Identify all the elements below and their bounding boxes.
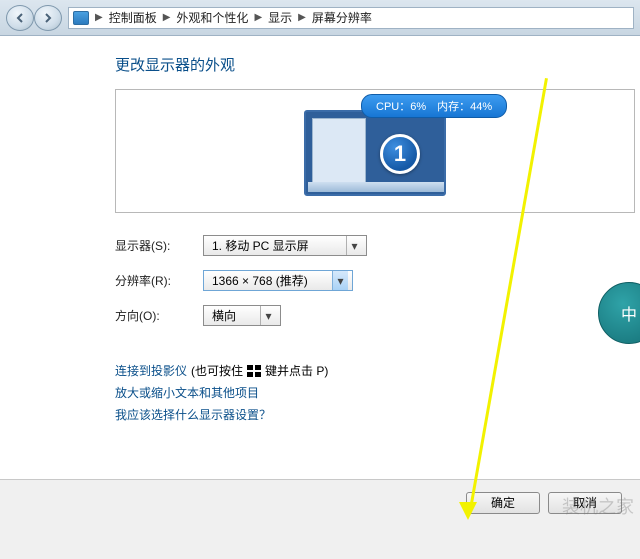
breadcrumb[interactable]: ▶ 控制面板 ▶ 外观和个性化 ▶ 显示 ▶ 屏幕分辨率: [68, 7, 634, 29]
chevron-down-icon: ▾: [332, 271, 348, 290]
monitor-window-icon: [312, 118, 366, 188]
forward-button[interactable]: [34, 5, 62, 31]
resolution-label: 分辨率(R):: [115, 272, 203, 289]
projector-link[interactable]: 连接到投影仪: [115, 360, 187, 382]
monitor-number-badge: 1: [380, 134, 420, 174]
display-preview: 1 CPU：6% 内存：44%: [115, 89, 635, 213]
chevron-right-icon: ▶: [95, 12, 103, 23]
orientation-value: 横向: [212, 307, 254, 324]
orientation-label: 方向(O):: [115, 307, 203, 324]
breadcrumb-item[interactable]: 显示: [268, 9, 292, 26]
page-title: 更改显示器的外观: [115, 54, 640, 75]
which-display-link[interactable]: 我应该选择什么显示器设置？: [115, 408, 271, 422]
display-dropdown[interactable]: 1. 移动 PC 显示屏 ▾: [203, 235, 367, 256]
display-label: 显示器(S):: [115, 237, 203, 254]
dialog-footer: 确定 取消: [0, 479, 640, 525]
windows-key-icon: [247, 365, 261, 377]
breadcrumb-item[interactable]: 外观和个性化: [176, 9, 248, 26]
monitor-thumbnail[interactable]: 1: [304, 110, 446, 196]
chevron-right-icon: ▶: [254, 12, 262, 23]
cancel-button[interactable]: 取消: [548, 492, 622, 514]
back-button[interactable]: [6, 5, 34, 31]
resolution-dropdown[interactable]: 1366 × 768 (推荐) ▾: [203, 270, 353, 291]
links-group: 连接到投影仪 (也可按住 键并点击 P) 放大或缩小文本和其他项目 我应该选择什…: [115, 360, 640, 426]
text-size-link[interactable]: 放大或缩小文本和其他项目: [115, 386, 259, 400]
control-panel-icon: [73, 11, 89, 25]
breadcrumb-item[interactable]: 控制面板: [109, 9, 157, 26]
monitor-taskbar-icon: [308, 182, 444, 192]
chevron-right-icon: ▶: [298, 12, 306, 23]
ok-button[interactable]: 确定: [466, 492, 540, 514]
breadcrumb-item[interactable]: 屏幕分辨率: [312, 9, 372, 26]
chevron-down-icon: ▾: [346, 236, 362, 255]
display-value: 1. 移动 PC 显示屏: [212, 237, 340, 254]
ime-badge[interactable]: 中: [598, 282, 640, 344]
projector-hint-left: (也可按住: [191, 360, 243, 382]
title-bar: ▶ 控制面板 ▶ 外观和个性化 ▶ 显示 ▶ 屏幕分辨率: [0, 0, 640, 36]
content-area: 更改显示器的外观 1 CPU：6% 内存：44% 显示器(S): 1. 移动 P…: [0, 36, 640, 479]
system-stats-overlay: CPU：6% 内存：44%: [361, 94, 507, 118]
chevron-down-icon: ▾: [260, 306, 276, 325]
nav-buttons: [6, 5, 62, 31]
orientation-dropdown[interactable]: 横向 ▾: [203, 305, 281, 326]
projector-hint-right: 键并点击 P): [265, 360, 328, 382]
resolution-value: 1366 × 768 (推荐): [212, 272, 326, 289]
chevron-right-icon: ▶: [163, 12, 171, 23]
